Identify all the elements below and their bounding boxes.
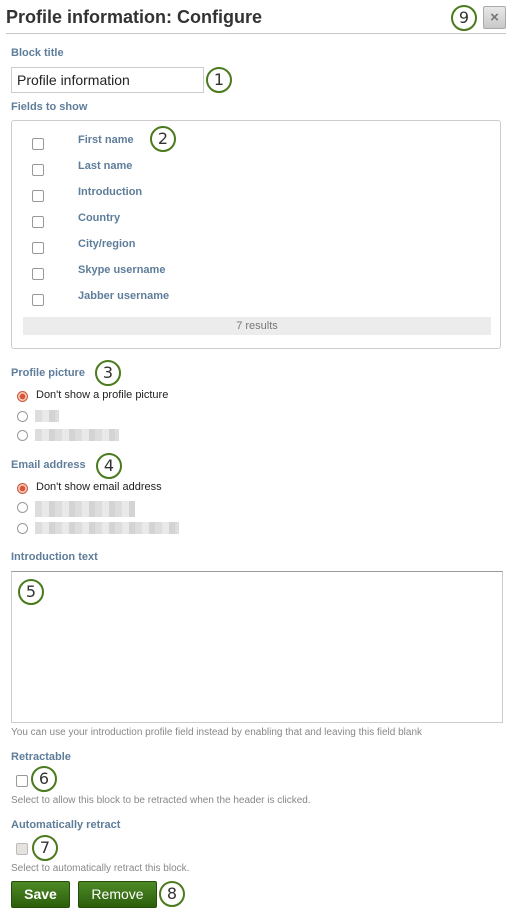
profile-picture-label: Profile picture [11,367,85,379]
checkbox[interactable] [32,216,44,228]
checkbox[interactable] [32,164,44,176]
introduction-text-label: Introduction text [11,551,98,563]
callout-8: 8 [159,881,185,907]
obscured-option-label [35,410,59,422]
fields-to-show-label: Fields to show [11,101,88,113]
obscured-option-label [35,522,179,534]
retractable-checkbox[interactable] [16,775,28,787]
fields-to-show-list: First name Last name Introduction Countr… [11,120,501,349]
auto-retract-checkbox[interactable] [16,843,28,855]
auto-retract-help: Select to automatically retract this blo… [11,863,190,874]
field-label: Jabber username [78,290,170,302]
remove-button[interactable]: Remove [78,881,157,908]
checkbox[interactable] [32,138,44,150]
close-icon: × [490,9,499,26]
email-address-label: Email address [11,459,86,471]
field-label: City/region [78,238,136,250]
callout-7: 7 [32,835,58,861]
field-label: Last name [78,160,133,172]
retractable-label: Retractable [11,751,71,763]
obscured-option-label [35,429,119,441]
checkbox[interactable] [32,294,44,306]
save-button[interactable]: Save [11,881,70,908]
field-label: Introduction [78,186,143,198]
results-count: 7 results [23,317,491,335]
option-label: Don't show email address [36,481,162,493]
block-title-label: Block title [11,47,64,59]
radio-button[interactable] [17,391,28,402]
radio-button[interactable] [17,483,28,494]
retractable-help: Select to allow this block to be retract… [11,795,311,806]
callout-1: 1 [206,67,232,93]
field-label: Skype username [78,264,166,276]
field-label: Country [78,212,121,224]
title-divider [6,33,506,34]
radio-button[interactable] [17,523,28,534]
checkbox[interactable] [32,190,44,202]
introduction-text-editor[interactable] [11,571,503,723]
field-label: First name [78,134,134,146]
callout-4: 4 [96,453,122,479]
dialog-header: Profile information: Configure × [0,0,512,34]
checkbox[interactable] [32,268,44,280]
callout-3: 3 [95,360,121,386]
dialog-title: Profile information: Configure [6,7,262,27]
close-button[interactable]: × [483,6,506,29]
auto-retract-label: Automatically retract [11,819,121,831]
radio-button[interactable] [17,430,28,441]
callout-5: 5 [18,579,44,605]
option-label: Don't show a profile picture [36,389,169,401]
callout-9: 9 [451,5,477,31]
introduction-text-help: You can use your introduction profile fi… [11,727,423,738]
radio-button[interactable] [17,411,28,422]
block-title-input[interactable] [11,67,204,93]
callout-6: 6 [31,766,57,792]
callout-2: 2 [150,126,176,152]
checkbox[interactable] [32,242,44,254]
obscured-option-label [35,501,135,517]
radio-button[interactable] [17,502,28,513]
